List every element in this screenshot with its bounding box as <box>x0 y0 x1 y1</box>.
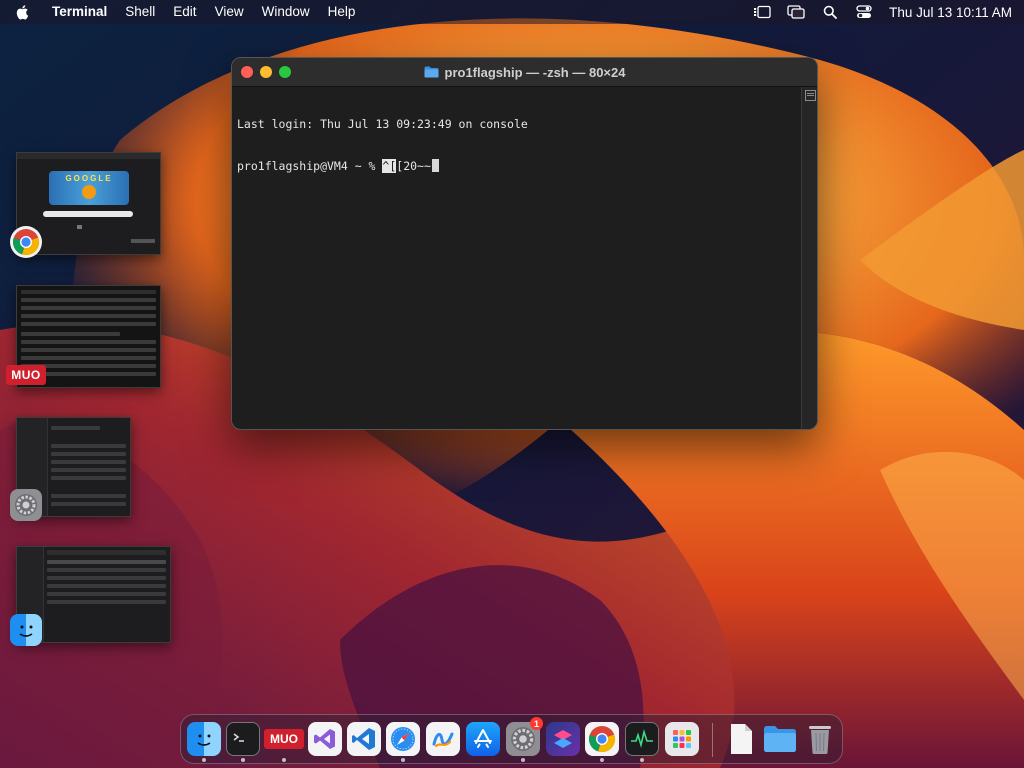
thumbnail-row <box>51 444 126 448</box>
spotlight-search-icon[interactable] <box>819 0 841 24</box>
thumbnail-row <box>51 452 126 456</box>
thumbnail-row <box>51 468 126 472</box>
menubar-clock[interactable]: Thu Jul 13 10:11 AM <box>889 5 1012 20</box>
menu-bar: Terminal Shell Edit View Window Help Thu… <box>0 0 1024 24</box>
dock-terminal-icon[interactable] <box>226 722 260 756</box>
menu-view[interactable]: View <box>206 0 253 24</box>
stage-finder-group[interactable] <box>10 546 172 648</box>
google-search-box <box>43 211 133 217</box>
escape-sequence-highlight: ^[ <box>382 159 397 173</box>
control-center-icon[interactable] <box>853 0 875 24</box>
running-indicator <box>401 758 405 762</box>
apple-menu-icon[interactable] <box>0 4 44 20</box>
dock-muo-icon[interactable]: MUO <box>264 729 304 749</box>
thumbnail-row <box>51 460 126 464</box>
running-indicator <box>640 758 644 762</box>
split-pane-icon[interactable] <box>805 90 816 101</box>
terminal-titlebar[interactable]: pro1flagship — -zsh — 80×24 <box>232 58 817 87</box>
finder-icon[interactable] <box>10 614 42 646</box>
running-indicator <box>241 758 245 762</box>
thumbnail-row <box>47 600 166 604</box>
dock-shortcuts-icon[interactable] <box>546 722 580 756</box>
folder-icon <box>424 66 439 78</box>
menu-edit[interactable]: Edit <box>164 0 205 24</box>
screen-mirroring-icon[interactable] <box>785 0 807 24</box>
stage-muo-group[interactable]: MUO <box>6 285 162 389</box>
thumbnail-row <box>21 348 156 352</box>
thumbnail-row <box>21 322 156 326</box>
text-cursor <box>431 159 439 172</box>
dock-downloads-folder-icon[interactable] <box>763 722 797 756</box>
thumbnail-row <box>21 340 156 344</box>
dock-chrome-icon[interactable] <box>585 722 619 756</box>
thumbnail-row <box>47 584 166 588</box>
thumbnail-toolbar <box>47 550 166 555</box>
google-doodle-text: GOOGLE <box>65 174 113 183</box>
play-icon <box>82 185 96 199</box>
stage-settings-group[interactable] <box>10 417 132 523</box>
running-indicator <box>521 758 525 762</box>
chrome-icon[interactable] <box>10 226 42 258</box>
dock-document-icon[interactable] <box>724 722 758 756</box>
thumbnail-row <box>21 314 156 318</box>
thumbnail-row <box>47 568 166 572</box>
thumbnail-row <box>51 494 126 498</box>
running-indicator <box>600 758 604 762</box>
stage-chrome-group[interactable]: GOOGLE <box>10 152 161 260</box>
menu-shell[interactable]: Shell <box>116 0 164 24</box>
dock-muo-label: MUO <box>270 732 298 746</box>
menu-app-terminal[interactable]: Terminal <box>44 0 116 24</box>
thumbnail-tabbar <box>17 153 160 159</box>
dock-separator <box>712 723 713 757</box>
thumbnail-row <box>21 298 156 302</box>
thumbnail-row <box>47 592 166 596</box>
thumbnail-row <box>21 356 156 360</box>
terminal-title-text: pro1flagship — -zsh — 80×24 <box>444 64 626 80</box>
running-indicator <box>202 758 206 762</box>
terminal-window[interactable]: pro1flagship — -zsh — 80×24 Last login: … <box>231 57 818 430</box>
running-indicator <box>282 758 286 762</box>
dock: MUO 1 <box>180 714 843 764</box>
menu-help[interactable]: Help <box>319 0 365 24</box>
dock-visual-studio-icon[interactable] <box>308 722 342 756</box>
thumbnail-row <box>21 332 120 336</box>
dock-trash-icon[interactable] <box>803 722 837 756</box>
thumbnail-button <box>131 239 155 243</box>
thumbnail-row <box>21 306 156 310</box>
system-settings-icon[interactable] <box>10 489 42 521</box>
muo-icon[interactable]: MUO <box>6 365 46 385</box>
thumbnail-row <box>21 290 156 294</box>
terminal-title: pro1flagship — -zsh — 80×24 <box>232 58 817 86</box>
thumbnail-row <box>51 476 126 480</box>
google-doodle-image: GOOGLE <box>49 171 129 205</box>
terminal-line-login: Last login: Thu Jul 13 09:23:49 on conso… <box>237 117 528 131</box>
thumbnail-row <box>51 426 100 430</box>
command-input-text: [20~~ <box>396 159 431 173</box>
dock-app-store-icon[interactable] <box>466 722 500 756</box>
dock-activity-monitor-icon[interactable] <box>625 722 659 756</box>
dock-finder-icon[interactable] <box>187 722 221 756</box>
terminal-line-prompt[interactable]: pro1flagship@VM4 ~ % ^[[20~~ <box>237 159 796 173</box>
shell-prompt: pro1flagship@VM4 ~ % <box>237 159 383 173</box>
thumbnail-row <box>47 576 166 580</box>
muo-label: MUO <box>11 368 41 382</box>
dock-freeform-icon[interactable] <box>426 722 460 756</box>
thumbnail-row <box>47 560 166 564</box>
dock-safari-icon[interactable] <box>386 722 420 756</box>
thumbnail-row <box>51 502 126 506</box>
menu-window[interactable]: Window <box>253 0 319 24</box>
notification-badge: 1 <box>530 717 543 730</box>
terminal-scrollbar[interactable] <box>801 87 817 429</box>
dock-vscode-icon[interactable] <box>347 722 381 756</box>
dock-launchpad-icon[interactable] <box>665 722 699 756</box>
stage-manager-icon[interactable] <box>751 0 773 24</box>
thumbnail-button <box>77 225 82 229</box>
terminal-output[interactable]: Last login: Thu Jul 13 09:23:49 on conso… <box>232 87 801 429</box>
